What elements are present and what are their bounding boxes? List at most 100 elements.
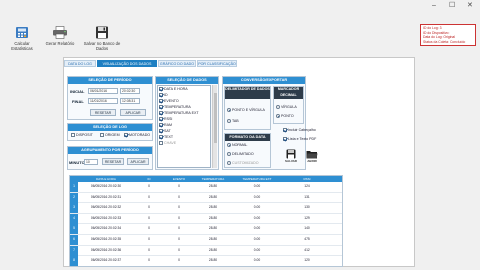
checkbox-icon[interactable] [283, 128, 287, 133]
table-cell: 0 [148, 205, 150, 210]
checkbox-icon[interactable] [283, 137, 287, 142]
table-cell: 06/05/2016 20:02:30 [90, 184, 122, 188]
scrollbar-thumb[interactable] [214, 93, 217, 143]
tab-log-date[interactable]: DATA DO LOG [64, 60, 96, 67]
table-row[interactable]: 8 06/05/2016 20:02:37 0 0 28.80 0.00 120 [70, 256, 342, 266]
fields-title: SELEÇÃO DE DADOS [156, 77, 218, 84]
decimal-title: MARCADOR DECIMAL [274, 87, 303, 99]
table-cell: 3 [73, 205, 75, 210]
table-cell: 1 [73, 184, 75, 188]
checkbox-icon[interactable] [159, 87, 163, 92]
maximize-button[interactable]: ☐ [449, 2, 455, 9]
decimal-option-comma[interactable]: VÍRGULA [276, 104, 297, 110]
table-row[interactable]: 5 06/05/2016 20:02:34 0 0 28.80 0.00 140 [70, 224, 342, 235]
table-cell: 412 [304, 247, 310, 252]
log-option-device[interactable]: DISPOSIT [71, 132, 93, 138]
table-cell: 7 [73, 247, 75, 252]
field-item[interactable]: CHAVE [158, 140, 210, 146]
radio-icon[interactable] [227, 161, 231, 166]
tab-data-chart[interactable]: GRÁFICO DO DADO [158, 60, 196, 67]
field-item-label: TEXT [163, 135, 174, 139]
checkbox-icon[interactable] [159, 141, 163, 146]
grouping-apply-button[interactable]: APLICAR [127, 158, 149, 165]
checkbox-icon[interactable] [159, 129, 163, 134]
fields-scrollbar[interactable] [212, 85, 217, 168]
checkbox-icon[interactable] [124, 133, 128, 138]
table-cell: 0 [178, 205, 180, 210]
table-cell: 28.80 [208, 184, 218, 188]
decimal-option-point[interactable]: PONTO [276, 113, 294, 119]
include-header-option[interactable]: Incluir Cabeçalho [283, 127, 316, 133]
table-cell: 06/05/2016 20:02:31 [90, 194, 122, 199]
table-row[interactable]: 7 06/05/2016 20:02:36 0 0 28.80 0.00 412 [70, 245, 342, 257]
grouping-minutes-input[interactable]: 10 [84, 159, 98, 165]
checkbox-icon[interactable] [159, 123, 163, 128]
start-date-input[interactable]: 06/01/2016 [88, 88, 118, 94]
delimiter-option-semicolon[interactable]: PONTO E VÍRGULA [227, 107, 265, 113]
checkbox-icon[interactable] [159, 99, 163, 104]
table-cell: 06/05/2016 20:02:36 [90, 247, 122, 252]
fields-list[interactable]: DATA E HORA ID EVENTO TEMPERATURA TEMPER… [157, 85, 211, 168]
export-save-button[interactable]: SALVAR [284, 149, 298, 163]
generate-report-button[interactable]: Gerar Relatório [44, 26, 76, 46]
save-db-button[interactable]: Salvar no Banco de Dados [78, 26, 126, 51]
table-cell: 06/05/2016 20:02:32 [90, 205, 122, 210]
date-option-custom[interactable]: CUSTOMIZADO [227, 160, 259, 166]
list-pdf-label: Lista e Texto PDF [288, 137, 317, 141]
tab-classification[interactable]: POR CLASSIFICAÇÃO [197, 60, 237, 67]
table-cell: 06/05/2016 20:02:37 [90, 258, 122, 263]
radio-icon[interactable] [227, 143, 231, 148]
date-option-normal[interactable]: NORMAL [227, 142, 247, 148]
grouping-reset-button[interactable]: RESETAR [102, 158, 124, 165]
radio-icon[interactable] [276, 105, 280, 110]
table-cell: 6 [73, 237, 75, 241]
tab-data-view[interactable]: VISUALIZAÇÃO DOS DADOS [97, 60, 157, 67]
printer-icon [52, 26, 68, 39]
table-row[interactable]: 2 06/05/2016 20:02:31 0 0 28.80 0.00 131 [70, 192, 342, 204]
table-row[interactable]: 6 06/05/2016 20:02:35 0 0 28.80 0.00 475 [70, 235, 342, 246]
period-reset-button[interactable]: RESETAR [90, 109, 116, 116]
log-option-origin[interactable]: ORIGEM [100, 132, 120, 138]
radio-icon[interactable] [276, 114, 280, 119]
date-delimited-label: DELIMITADO [232, 152, 254, 156]
table-cell: 0 [178, 215, 180, 220]
table-cell: 0 [148, 247, 150, 252]
radio-icon[interactable] [227, 119, 231, 124]
table-cell: 0.00 [253, 247, 261, 252]
calc-stats-button[interactable]: Calcular Estatísticas [4, 26, 40, 51]
delimiter-option-tab[interactable]: TAB [227, 118, 239, 124]
end-time-input[interactable]: 12:08:31 [120, 98, 140, 104]
export-open-button[interactable]: ABRIR [305, 149, 319, 163]
checkbox-icon[interactable] [159, 93, 163, 98]
radio-icon[interactable] [227, 108, 231, 113]
log-option-motor[interactable]: MOTORADO [124, 132, 150, 138]
start-label: INICIAL [70, 89, 85, 94]
table-row[interactable]: 3 06/05/2016 20:02:32 0 0 28.80 0.00 130 [70, 203, 342, 214]
field-item-label: RSSI [164, 117, 173, 121]
radio-icon[interactable] [227, 152, 231, 157]
field-item-label: TEMPERATURA [163, 105, 191, 109]
minimize-button[interactable]: – [432, 2, 436, 9]
checkbox-icon[interactable] [71, 133, 75, 138]
log-select-title: SELEÇÃO DE LOG [68, 124, 152, 131]
table-cell: 0 [148, 194, 150, 199]
table-cell: 0.00 [253, 226, 261, 231]
table-row[interactable]: 4 06/05/2016 20:02:33 0 0 28.80 0.00 129 [70, 213, 342, 225]
date-option-delimited[interactable]: DELIMITADO [227, 151, 254, 157]
start-time-input[interactable]: 20:02:30 [120, 88, 140, 94]
table-row[interactable]: 1 06/05/2016 20:02:30 0 0 28.80 0.00 124 [70, 182, 342, 193]
table-cell: 5 [73, 226, 75, 231]
field-item-label: SAT [164, 129, 171, 133]
checkbox-icon[interactable] [159, 111, 163, 116]
checkbox-icon[interactable] [159, 105, 163, 110]
end-date-input[interactable]: 11/01/2016 [88, 98, 118, 104]
table-cell: 140 [304, 226, 310, 231]
checkbox-icon[interactable] [159, 135, 163, 140]
checkbox-icon[interactable] [100, 133, 104, 138]
checkbox-icon[interactable] [159, 117, 163, 122]
period-apply-button[interactable]: APLICAR [120, 109, 146, 116]
table-cell: 0 [178, 237, 180, 241]
list-pdf-option[interactable]: Lista e Texto PDF [283, 136, 316, 142]
log-option-origin-label: ORIGEM [105, 133, 120, 137]
close-button[interactable]: ✕ [467, 2, 473, 9]
